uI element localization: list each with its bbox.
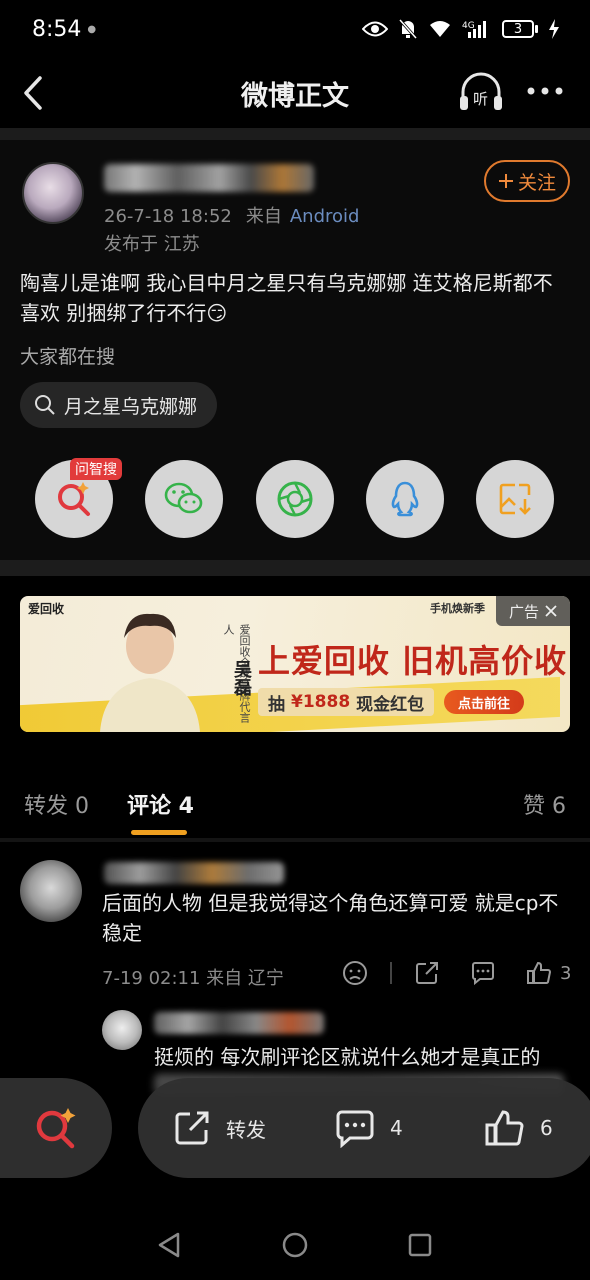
active-tab-indicator [131, 830, 187, 835]
back-arrow-icon[interactable] [18, 74, 48, 112]
battery-icon: 3 [502, 20, 538, 38]
ad-offer: 抽 ¥1888 现金红包 [258, 688, 435, 716]
author-avatar[interactable] [22, 162, 84, 224]
ad-offer-suffix: 现金红包 [356, 694, 425, 715]
ad-campaign: 手机焕新季 [430, 602, 485, 615]
nav-home-icon[interactable] [282, 1232, 308, 1258]
signal-4g-icon: 4G [462, 21, 486, 38]
ad-endorser-photo [100, 613, 200, 732]
post-location: 发布于 江苏 [104, 234, 200, 255]
like-thumb-icon [485, 1110, 524, 1146]
post-card: 26-7-18 18:52 来自 Android 发布于 江苏 关注 陶喜儿是谁啊 … [0, 140, 590, 560]
nav-recents-icon[interactable] [408, 1233, 432, 1257]
share-moments-button[interactable] [256, 460, 334, 538]
tab-likes[interactable]: 赞 6 [523, 788, 566, 820]
reply-comment-icon[interactable] [470, 960, 496, 986]
ad-headline: 上爱回收 旧机高价收 [258, 642, 568, 680]
comment-count: 4 [390, 1116, 403, 1140]
mute-bell-icon [398, 19, 418, 39]
ad-offer-amount: ¥1888 [291, 692, 351, 712]
tab-comments[interactable]: 评论 4 [127, 788, 194, 820]
post-time: 26-7-18 18:52 [104, 206, 232, 227]
share-wechat-button[interactable] [145, 460, 223, 538]
ad-cta-button[interactable]: 点击前往 [444, 690, 525, 714]
reply-avatar[interactable] [102, 1010, 142, 1050]
eye-icon [362, 21, 388, 37]
ai-search-fab[interactable] [0, 1078, 112, 1178]
wifi-icon [430, 21, 450, 37]
ad-close-tag[interactable]: 广告 [496, 596, 570, 626]
comment-like-count: 3 [560, 962, 572, 984]
top-nav-bar: 微博正文 听 [0, 58, 590, 128]
follow-label: 关注 [517, 171, 556, 194]
repost-icon [175, 1111, 209, 1145]
like-count: 6 [540, 1116, 553, 1140]
ai-search-icon [36, 1108, 76, 1149]
section-divider [0, 560, 590, 576]
qq-penguin-icon [391, 481, 419, 517]
comment-button[interactable]: 4 [334, 1108, 403, 1148]
listen-headphones-icon[interactable]: 听 [458, 72, 504, 112]
svg-text:4G: 4G [462, 21, 475, 31]
tab-bar: 转发 0 评论 4 赞 6 [0, 770, 590, 835]
repost-label: 转发 [226, 1117, 266, 1142]
trending-search-chip[interactable]: 月之星乌克娜娜 [20, 382, 218, 428]
share-qq-button[interactable] [366, 460, 444, 538]
ad-offer-prefix: 抽 [268, 694, 285, 715]
more-icon[interactable] [525, 76, 565, 106]
ad-banner[interactable]: 爱回收 手机焕新季 爱回收全球品牌代言人 吴磊 上爱回收 旧机高价收 抽 ¥18… [20, 596, 570, 732]
reply-name-obscured[interactable] [154, 1012, 324, 1034]
commenter-avatar[interactable] [20, 860, 82, 922]
comment-icon [336, 1110, 374, 1148]
system-nav-bar [0, 1205, 590, 1280]
comment-actions: 3 [342, 960, 571, 986]
commenter-name-obscured[interactable] [104, 862, 284, 884]
charging-icon [549, 19, 559, 39]
action-separator [390, 962, 392, 984]
post-body: 陶喜儿是谁啊 我心目中月之星只有乌克娜娜 连艾格尼斯都不喜欢 别捆绑了行不行😏 [20, 271, 553, 325]
save-image-button[interactable] [476, 460, 554, 538]
section-divider [0, 128, 590, 140]
trending-search-text: 月之星乌克娜娜 [64, 395, 198, 418]
ai-search-badge: 问智搜 [70, 458, 122, 480]
moments-aperture-icon [277, 481, 313, 517]
ad-tag-label: 广告 [508, 602, 539, 621]
close-icon [545, 605, 557, 617]
save-image-icon [499, 483, 531, 515]
post-source: Android [289, 206, 360, 227]
follow-button[interactable]: 关注 [484, 160, 570, 202]
like-button[interactable]: 6 [484, 1108, 553, 1148]
search-icon [35, 395, 55, 415]
bottom-action-bar: 转发 4 6 [138, 1078, 590, 1178]
notification-dot-icon: ● [87, 23, 97, 35]
comment-meta: 7-19 02:11 来自 辽宁 [102, 968, 284, 989]
nav-back-icon[interactable] [156, 1232, 182, 1258]
comment-text: 后面的人物 但是我觉得这个角色还算可爱 就是cp不稳定 [102, 891, 559, 945]
ad-endorser-name: 吴磊 [231, 660, 252, 696]
dislike-face-icon[interactable] [342, 960, 368, 986]
page-title: 微博正文 [241, 80, 349, 112]
status-time: 8:54 [32, 16, 82, 42]
post-meta: 26-7-18 18:52 来自 Android [104, 202, 359, 228]
trending-search-label: 大家都在搜 [20, 346, 116, 368]
ad-brand: 爱回收 [28, 602, 65, 616]
comment-item: 后面的人物 但是我觉得这个角色还算可爱 就是cp不稳定 7-19 02:11 来… [0, 842, 590, 1002]
plus-icon [498, 174, 513, 188]
status-bar: 8:54 ● 4G 3 [0, 0, 590, 58]
like-thumb-icon[interactable] [526, 960, 552, 986]
tab-reposts[interactable]: 转发 0 [24, 788, 89, 820]
author-name-obscured[interactable] [104, 164, 314, 192]
share-row: 问智搜 [0, 458, 590, 540]
ai-search-icon [58, 482, 90, 516]
wechat-icon [164, 482, 203, 514]
repost-button[interactable]: 转发 [172, 1108, 266, 1148]
svg-text:听: 听 [473, 90, 488, 108]
post-from-label: 来自 [245, 206, 282, 227]
repost-icon[interactable] [414, 960, 440, 986]
